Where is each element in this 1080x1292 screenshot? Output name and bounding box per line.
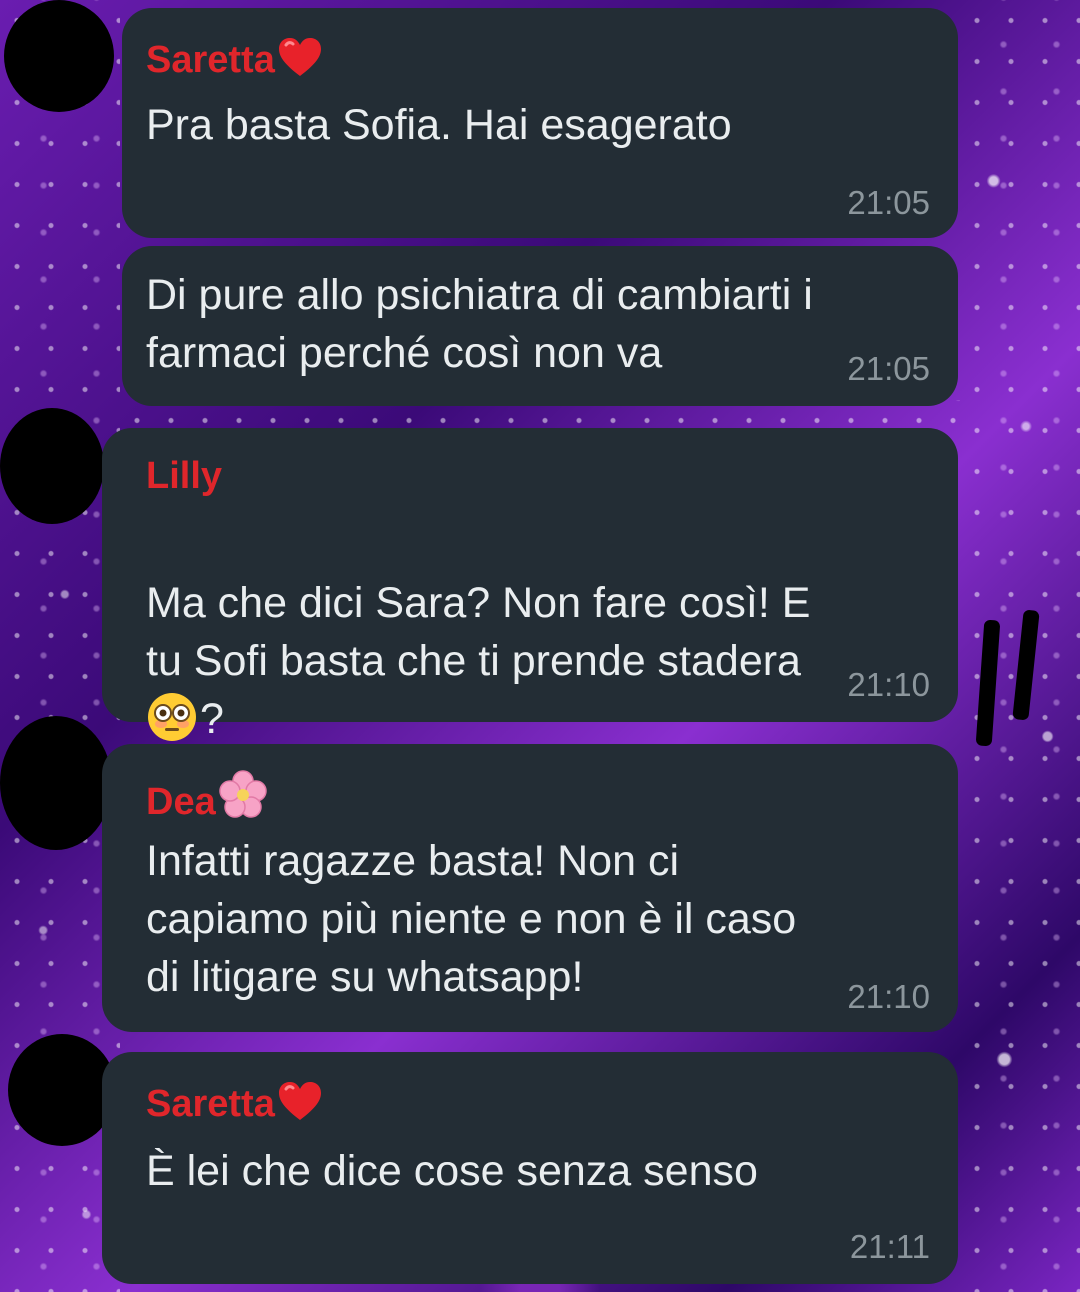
red-heart-icon — [277, 36, 323, 88]
redaction-mark — [1012, 609, 1040, 721]
message-timestamp: 21:05 — [847, 184, 930, 221]
message-timestamp: 21:05 — [847, 350, 930, 387]
chat-message-list[interactable]: Saretta Pra basta Sofia. Hai esagerato 2… — [0, 0, 1080, 1292]
avatar-redacted — [8, 1034, 116, 1146]
sender-name-text: Lilly — [146, 455, 223, 497]
avatar-redacted — [0, 716, 112, 850]
message-text: Pra basta Sofia. Hai esagerato — [146, 101, 732, 149]
message-text: Ma che dici Sara? Non fare così! E tu So… — [146, 516, 926, 748]
message-timestamp: 21:10 — [847, 978, 930, 1015]
flushed-face-icon — [146, 691, 198, 743]
sender-name: Dea — [146, 770, 268, 830]
message-bubble[interactable]: Lilly Ma che dici Sara? Non fare così! E… — [102, 428, 958, 743]
avatar-redacted — [0, 408, 104, 524]
sender-name-text: Saretta — [146, 39, 275, 81]
red-heart-icon — [277, 1080, 323, 1132]
message-bubble[interactable]: Di pure allo psichiatra di cambiarti i f… — [122, 246, 958, 406]
message-text-body: Ma che dici Sara? Non fare così! E tu So… — [146, 579, 811, 685]
sender-name-text: Dea — [146, 781, 216, 823]
sender-name: Saretta — [146, 1080, 323, 1132]
redaction-mark — [975, 619, 1001, 747]
message-bubble[interactable]: Saretta È lei che dice cose senza senso … — [102, 1052, 958, 1284]
message-text: Di pure allo psichiatra di cambiarti i f… — [146, 271, 813, 377]
sender-name: Lilly — [146, 454, 222, 498]
message-timestamp: 21:10 — [847, 666, 930, 703]
message-bubble[interactable]: Saretta Pra basta Sofia. Hai esagerato 2… — [122, 8, 958, 238]
sender-name: Saretta — [146, 36, 323, 88]
message-bubble[interactable]: Dea Infatti ragazze basta! Non ci capiam… — [102, 744, 958, 1032]
cherry-blossom-icon — [218, 770, 268, 830]
message-text: Infatti ragazze basta! Non ci capiamo pi… — [146, 837, 797, 1001]
message-text: È lei che dice cose senza senso — [146, 1147, 758, 1195]
avatar-redacted — [4, 0, 114, 112]
sender-name-text: Saretta — [146, 1083, 275, 1125]
message-text-tail: ? — [200, 695, 224, 743]
message-timestamp: 21:11 — [849, 1228, 930, 1265]
